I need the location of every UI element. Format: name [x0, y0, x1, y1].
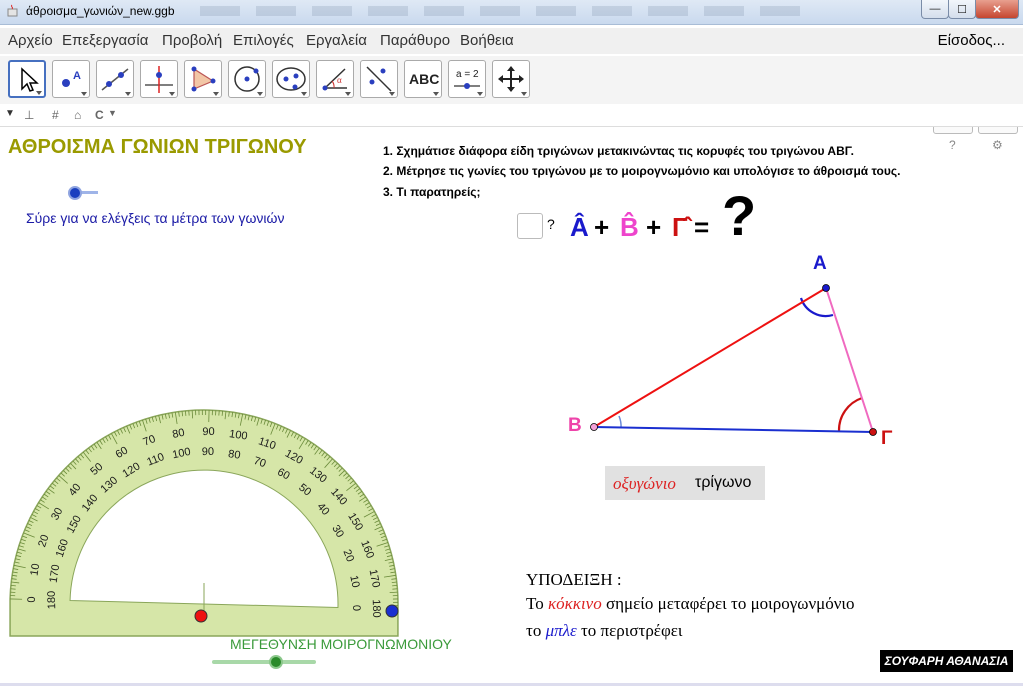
protractor[interactable]: 0 18010 17020 16030 150401405013060120701108… — [0, 0, 1023, 686]
protractor-outer-label: 90 — [202, 426, 215, 438]
zoom-slider-track — [212, 660, 316, 664]
protractor-inner-label: 10 — [347, 574, 361, 588]
protractor-tick — [181, 411, 184, 417]
protractor-inner-label: 90 — [202, 446, 215, 458]
protractor-outer-label: 10 — [29, 563, 43, 577]
protractor-tick — [391, 581, 397, 584]
zoom-slider-handle[interactable] — [269, 655, 283, 669]
protractor-inner-label: 0 — [350, 605, 362, 611]
protractor-move-point[interactable] — [194, 609, 208, 623]
protractor-outer-label: 0 — [26, 596, 38, 602]
protractor-inner-label: 180 — [46, 591, 58, 610]
protractor-inner-label: 80 — [227, 448, 241, 462]
protractor-rotate-point[interactable] — [385, 604, 399, 618]
protractor-outer-label: 80 — [171, 427, 185, 441]
zoom-slider-label: ΜΕΓΕΘΥΝΣΗ ΜΟΙΡΟΓΝΩΜΟΝΙΟΥ — [230, 636, 452, 652]
protractor-outer-label: 180 — [370, 599, 382, 618]
